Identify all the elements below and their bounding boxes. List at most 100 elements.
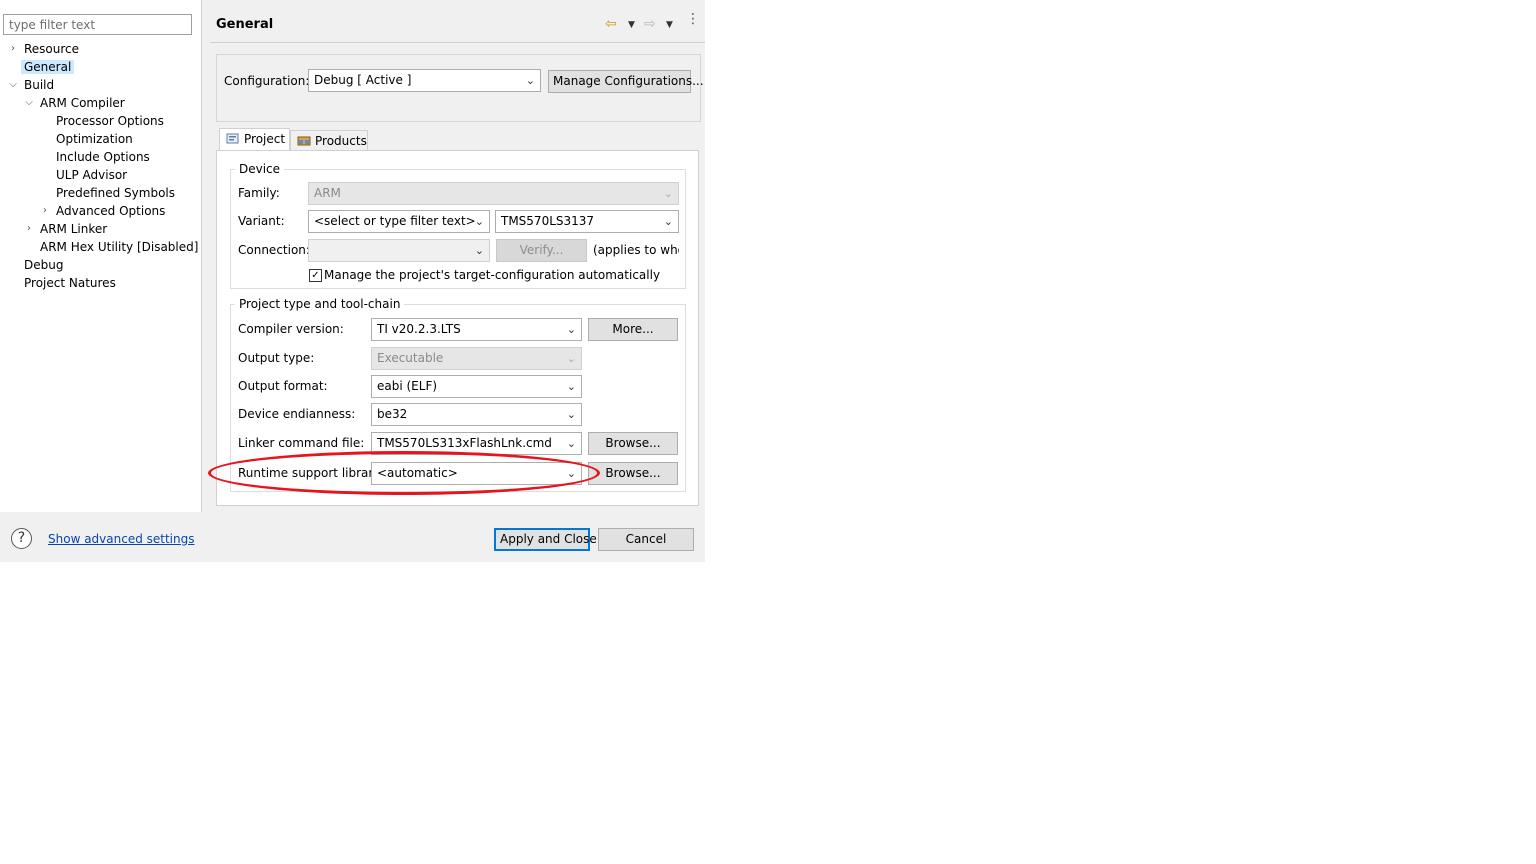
tab-project[interactable]: Project (219, 128, 290, 151)
filter-input[interactable] (3, 14, 192, 35)
family-label: Family: (238, 186, 280, 200)
tree-item-arm-compiler[interactable]: ⌵ ARM Compiler (25, 94, 128, 112)
help-icon[interactable]: ? (11, 528, 32, 549)
variant-filter-select[interactable]: <select or type filter text> ⌄ (308, 210, 490, 233)
output-format-value: eabi (ELF) (377, 379, 438, 393)
back-menu-chevron-icon[interactable]: ▼ (628, 20, 635, 30)
tree-item-label: ARM Compiler (40, 96, 125, 110)
chevron-down-icon: ⌄ (566, 437, 576, 450)
output-type-label: Output type: (238, 351, 315, 365)
tree-item-project-natures[interactable]: Project Natures (21, 274, 119, 292)
chevron-down-icon: ⌄ (474, 215, 484, 228)
back-arrow-icon[interactable]: ⇦ (605, 16, 617, 32)
compiler-version-select[interactable]: TI v20.2.3.LTS ⌄ (371, 318, 582, 341)
output-format-label: Output format: (238, 379, 328, 393)
connection-select[interactable]: ⌄ (308, 239, 490, 262)
tab-products[interactable]: Products (290, 130, 368, 152)
page-title: General (216, 17, 274, 32)
chevron-right-icon[interactable]: › (23, 220, 35, 238)
variant-select[interactable]: TMS570LS3137 ⌄ (495, 210, 679, 233)
tree-item-label: ULP Advisor (56, 168, 128, 182)
tab-project-label: Project (244, 132, 286, 146)
tree-item-optimization[interactable]: Optimization (53, 130, 136, 148)
manage-target-checkbox[interactable]: ✓ (309, 269, 322, 282)
chevron-down-icon: ⌄ (566, 408, 576, 421)
linker-browse-button[interactable]: Browse... (588, 432, 678, 455)
more-button[interactable]: More... (588, 318, 678, 341)
chevron-down-icon: ⌄ (525, 74, 535, 87)
manage-configurations-button[interactable]: Manage Configurations... (548, 70, 704, 93)
linker-command-file-value: TMS570LS313xFlashLnk.cmd (377, 436, 552, 450)
device-endianness-select[interactable]: be32 ⌄ (371, 403, 582, 426)
apply-and-close-button[interactable]: Apply and Close (494, 528, 597, 551)
chevron-down-icon: ⌄ (474, 244, 484, 257)
configuration-value: Debug [ Active ] (314, 73, 412, 87)
chevron-down-icon[interactable]: ⌵ (7, 76, 19, 94)
family-select: ARM ⌄ (308, 182, 679, 205)
chevron-down-icon: ⌄ (566, 323, 576, 336)
annotation-ellipse (208, 451, 600, 495)
family-value: ARM (314, 186, 341, 200)
tab-products-label: Products (315, 134, 367, 148)
tree-item-advanced-options[interactable]: › Advanced Options (43, 202, 168, 220)
chevron-down-icon[interactable]: ⌵ (23, 94, 35, 112)
tree-item-label: Project Natures (24, 276, 116, 290)
chevron-down-icon: ⌄ (566, 352, 576, 365)
variant-label: Variant: (238, 214, 285, 228)
tree-item-processor-options[interactable]: Processor Options (53, 112, 167, 130)
chevron-right-icon[interactable]: › (39, 202, 51, 220)
tree-item-label: Resource (24, 42, 80, 56)
output-type-select: Executable ⌄ (371, 347, 582, 370)
linker-command-file-label: Linker command file: (238, 436, 365, 450)
tree-item-label: Debug (24, 258, 64, 272)
toolchain-group-title: Project type and tool-chain (235, 297, 405, 311)
configuration-label: Configuration: (224, 74, 310, 88)
compiler-version-value: TI v20.2.3.LTS (377, 322, 461, 336)
cancel-button[interactable]: Cancel (598, 528, 694, 551)
chevron-down-icon: ⌄ (663, 187, 673, 200)
tree-item-label: Optimization (56, 132, 133, 146)
manage-target-label: Manage the project's target-configuratio… (324, 268, 661, 282)
tree-item-arm-hex-utility[interactable]: ARM Hex Utility [Disabled] (37, 238, 201, 256)
tree-item-label: ARM Linker (40, 222, 108, 236)
device-group-title: Device (235, 162, 285, 176)
connection-label: Connection: (238, 243, 310, 257)
variant-value: TMS570LS3137 (501, 214, 595, 228)
applies-note: (applies to whole (593, 243, 679, 257)
tree-item-resource[interactable]: › Resource (11, 40, 82, 58)
output-format-select[interactable]: eabi (ELF) ⌄ (371, 375, 582, 398)
chevron-down-icon: ⌄ (663, 215, 673, 228)
tree-item-label: Predefined Symbols (56, 186, 176, 200)
tree-item-label: Include Options (56, 150, 150, 164)
compiler-version-label: Compiler version: (238, 322, 344, 336)
tree-item-label: Advanced Options (56, 204, 166, 218)
runtime-library-browse-button[interactable]: Browse... (588, 462, 678, 485)
tree-item-ulp-advisor[interactable]: ULP Advisor (53, 166, 130, 184)
configuration-select[interactable]: Debug [ Active ] ⌄ (308, 69, 541, 92)
tree-item-label: ARM Hex Utility [Disabled] (40, 240, 199, 254)
chevron-right-icon[interactable]: › (7, 40, 19, 58)
forward-arrow-icon[interactable]: ⇨ (644, 16, 656, 32)
tree-item-debug[interactable]: Debug (21, 256, 66, 274)
tree-item-predefined-symbols[interactable]: Predefined Symbols (53, 184, 178, 202)
tree-item-label: Build (24, 78, 55, 92)
view-menu-icon[interactable]: ⋮ (686, 12, 700, 26)
products-icon (297, 136, 311, 146)
tree-item-label: Processor Options (56, 114, 164, 128)
forward-menu-chevron-icon[interactable]: ▼ (666, 20, 673, 30)
project-icon (226, 133, 239, 144)
device-endianness-value: be32 (377, 407, 408, 421)
tree-item-include-options[interactable]: Include Options (53, 148, 153, 166)
title-divider (210, 42, 705, 43)
chevron-down-icon: ⌄ (566, 380, 576, 393)
tree-item-arm-linker[interactable]: › ARM Linker (27, 220, 110, 238)
show-advanced-settings-link[interactable]: Show advanced settings (48, 532, 195, 546)
verify-button: Verify... (496, 239, 587, 262)
variant-filter-value: <select or type filter text> (314, 214, 476, 228)
tree-item-label: General (21, 60, 75, 74)
checkmark-icon: ✓ (311, 270, 320, 281)
tree-item-build[interactable]: ⌵ Build (9, 76, 57, 94)
tree-item-general[interactable]: General (21, 58, 75, 76)
device-endianness-label: Device endianness: (238, 407, 356, 421)
output-type-value: Executable (377, 351, 444, 365)
